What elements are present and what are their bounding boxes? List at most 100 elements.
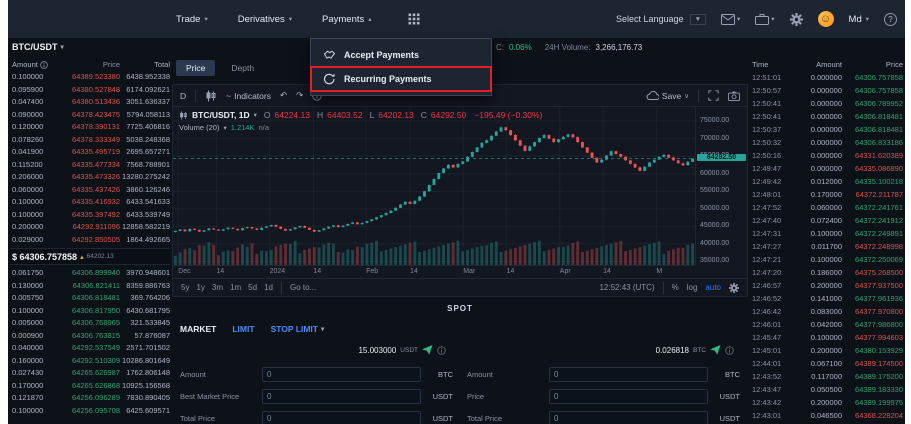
chart-symbol[interactable]: BTC/USDT, 1D: [192, 110, 250, 120]
trade-row[interactable]: 12:44:010.06710064389.174500: [750, 357, 905, 370]
tab-stop-limit[interactable]: STOP LIMIT▾: [271, 324, 325, 334]
trade-row[interactable]: 12:47:400.07240064372.241912: [750, 214, 905, 227]
avatar[interactable]: ☺: [818, 11, 834, 27]
user-menu[interactable]: Md▾: [849, 14, 869, 25]
transfer-icon[interactable]: [710, 345, 721, 355]
ask-row[interactable]: 0.12000064378.3901317725.406816: [10, 121, 170, 134]
ask-row[interactable]: 0.10000064335.4169326433.541633: [10, 196, 170, 209]
trade-row[interactable]: 12:46:520.14100064377.961936: [750, 292, 905, 305]
bid-row[interactable]: 0.17000064265.62686810925.156568: [10, 380, 170, 393]
range-3m[interactable]: 3m: [212, 283, 223, 292]
nav-payments[interactable]: Payments▴: [322, 14, 372, 25]
ask-row[interactable]: 0.06000064335.4374263860.126246: [10, 184, 170, 197]
trade-row[interactable]: 12:50:370.00000064306.818481: [750, 123, 905, 136]
ask-row[interactable]: 0.09590064380.5278486174.092621: [10, 84, 170, 97]
goto-button[interactable]: Go to...: [290, 283, 316, 292]
trade-row[interactable]: 12:50:160.00000064331.620389: [750, 149, 905, 162]
ask-row[interactable]: 0.10000064335.3974926433.539749: [10, 209, 170, 222]
bid-row[interactable]: 0.00090064306.76381557.876087: [10, 330, 170, 343]
trade-row[interactable]: 12:45:470.10000064377.994603: [750, 331, 905, 344]
pair-selector[interactable]: BTC/USDT▾: [12, 42, 64, 52]
ask-row[interactable]: 0.20000064292.91109612858.582219: [10, 221, 170, 234]
undo-icon[interactable]: ↶: [280, 90, 287, 101]
tab-price[interactable]: Price: [176, 60, 215, 76]
redo-icon[interactable]: ↷: [296, 90, 303, 101]
range-1d[interactable]: 1d: [264, 283, 273, 292]
limit-price-input[interactable]: [549, 389, 708, 404]
tab-market[interactable]: MARKET: [180, 324, 216, 334]
trade-row[interactable]: 12:50:570.00000064306.757858: [750, 84, 905, 97]
market-best-market-price-input[interactable]: [262, 389, 421, 404]
range-5y[interactable]: 5y: [181, 283, 189, 292]
last-price-row[interactable]: $ 64306.757858 ▴ 64202.13: [10, 248, 170, 265]
trade-row[interactable]: 12:47:310.10000064372.249891: [750, 227, 905, 240]
range-5d[interactable]: 5d: [248, 283, 257, 292]
bid-row[interactable]: 0.12187064256.0962897830.890405: [10, 392, 170, 405]
amount-info-icon[interactable]: [40, 61, 48, 69]
market-amount-input[interactable]: [262, 367, 421, 382]
bid-row[interactable]: 0.00500064306.768965321.533845: [10, 317, 170, 330]
trade-row[interactable]: 12:43:470.05050064389.183330: [750, 383, 905, 396]
trade-row[interactable]: 12:43:520.11700064389.175200: [750, 370, 905, 383]
time-axis[interactable]: Dec14202414Feb14Mar14Apr14M: [173, 265, 695, 278]
chart-settings-gear-icon[interactable]: [729, 283, 739, 293]
indicators-button[interactable]: ~Indicators: [226, 91, 271, 101]
trade-row[interactable]: 12:47:200.18600064375.268500: [750, 266, 905, 279]
info-icon[interactable]: [437, 346, 446, 355]
screenshot-icon[interactable]: [728, 91, 740, 101]
nav-derivatives[interactable]: Derivatives▾: [238, 14, 292, 25]
interval-button[interactable]: D: [180, 91, 186, 101]
bid-row[interactable]: 0.04000064292.5375492571.701502: [10, 342, 170, 355]
limit-amount-input[interactable]: [549, 367, 708, 382]
price-scale[interactable]: 75000.0070000.0065000.0060000.0055000.00…: [695, 107, 747, 265]
chart-clock[interactable]: 12:52:43 (UTC): [599, 283, 654, 292]
trade-row[interactable]: 12:46:010.04200064377.986800: [750, 318, 905, 331]
tab-depth[interactable]: Depth: [221, 60, 264, 76]
menu-item-accept-payments[interactable]: Accept Payments: [311, 43, 491, 67]
trade-row[interactable]: 12:43:420.20000064389.199975: [750, 396, 905, 409]
info-icon[interactable]: [725, 346, 734, 355]
ask-row[interactable]: 0.11520064335.4773347568.788901: [10, 159, 170, 172]
save-button[interactable]: Save∨: [646, 90, 689, 101]
trade-row[interactable]: 12:43:010.04650064368.228204: [750, 409, 905, 422]
ask-row[interactable]: 0.10000064389.5233806438.952338: [10, 71, 170, 84]
chart-canvas[interactable]: BTC/USDT, 1D ▾ O64224.13 H64403.52 L6420…: [173, 107, 747, 265]
bid-row[interactable]: 0.02743064265.6269871762.806148: [10, 367, 170, 380]
language-selector[interactable]: Select Language▼: [616, 14, 706, 25]
trade-row[interactable]: 12:50:410.00000064306.789952: [750, 97, 905, 110]
range-1y[interactable]: 1y: [196, 283, 204, 292]
bid-row[interactable]: 0.10000064306.8179506430.681795: [10, 305, 170, 318]
trade-row[interactable]: 12:50:410.00000064306.818481: [750, 110, 905, 123]
bid-row[interactable]: 0.10000064256.0957086425.609571: [10, 405, 170, 418]
language-dropdown-icon[interactable]: ▼: [690, 14, 706, 25]
trade-row[interactable]: 12:46:420.08300064377.970800: [750, 305, 905, 318]
ask-row[interactable]: 0.04740064380.5134363051.636337: [10, 96, 170, 109]
trade-row[interactable]: 12:48:010.17000064372.211787: [750, 188, 905, 201]
volume-indicator-label[interactable]: Volume (20): [179, 123, 219, 132]
ask-row[interactable]: 0.20600064335.47332613280.275242: [10, 171, 170, 184]
ask-row[interactable]: 0.02900064292.8505051864.492665: [10, 234, 170, 247]
trade-row[interactable]: 12:51:010.00000064306.757858: [750, 71, 905, 84]
ask-row[interactable]: 0.09000064378.4234755794.058113: [10, 109, 170, 122]
mail-icon[interactable]: ▾: [721, 14, 740, 25]
candle-style-icon[interactable]: [205, 90, 217, 102]
trade-row[interactable]: 12:46:570.20000064377.937500: [750, 279, 905, 292]
percent-scale-button[interactable]: %: [672, 283, 679, 292]
transfer-icon[interactable]: [422, 345, 433, 355]
trade-row[interactable]: 12:49:470.00000064335.086890: [750, 162, 905, 175]
tab-limit[interactable]: LIMIT: [232, 324, 254, 334]
auto-scale-button[interactable]: auto: [705, 283, 721, 292]
market-total-price-input[interactable]: [262, 411, 421, 424]
help-icon[interactable]: ?: [884, 13, 897, 26]
trade-row[interactable]: 12:47:210.10000064372.250069: [750, 253, 905, 266]
portfolio-icon[interactable]: ▾: [755, 13, 774, 25]
gear-icon[interactable]: [790, 13, 803, 26]
ask-row[interactable]: 0.04190064335.4957192695.657271: [10, 146, 170, 159]
menu-item-recurring-payments[interactable]: Recurring Payments: [311, 67, 491, 91]
bid-row[interactable]: 0.00575064306.818481369.764206: [10, 292, 170, 305]
range-1m[interactable]: 1m: [230, 283, 241, 292]
trade-row[interactable]: 12:47:520.06000064372.241761: [750, 201, 905, 214]
bid-row[interactable]: 0.16000064292.51030910286.801649: [10, 355, 170, 368]
ask-row[interactable]: 0.07826064378.3333495038.248368: [10, 134, 170, 147]
trade-row[interactable]: 12:50:320.00000064306.833186: [750, 136, 905, 149]
